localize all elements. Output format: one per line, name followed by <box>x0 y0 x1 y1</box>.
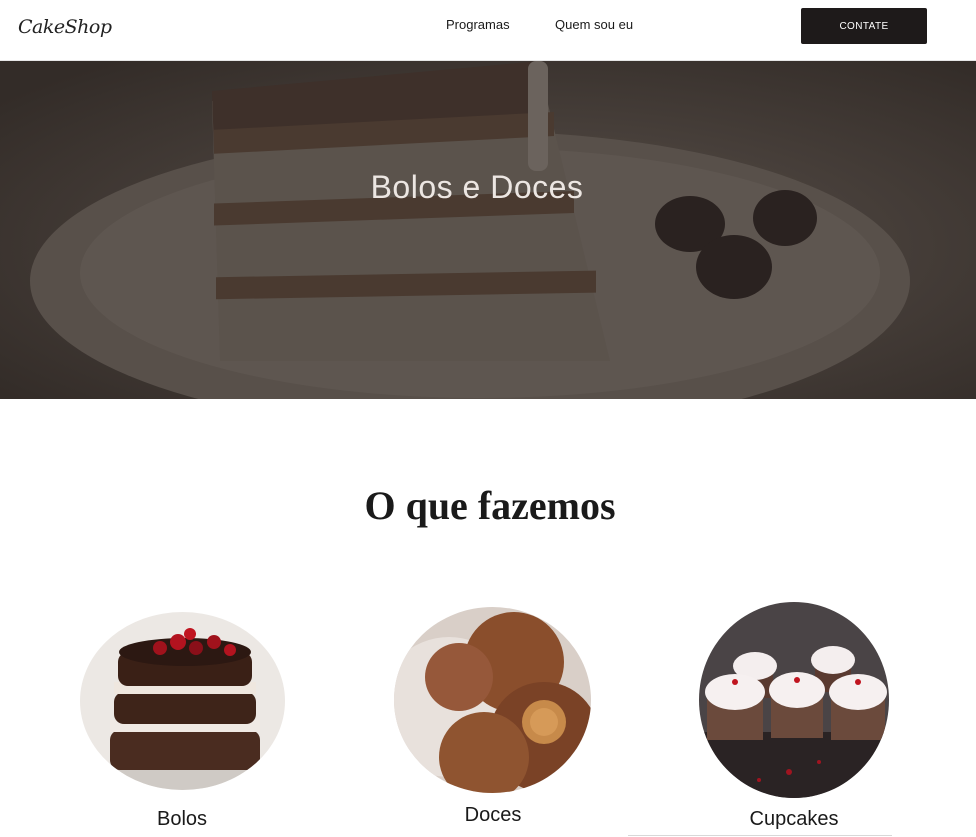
bolos-label[interactable]: Bolos <box>82 808 282 831</box>
layered-cake-icon <box>80 612 285 790</box>
hero-banner: Bolos e Doces <box>0 61 976 399</box>
cupcakes-image[interactable] <box>699 602 889 798</box>
doces-image[interactable] <box>394 607 591 793</box>
hero-cake-image <box>0 61 976 399</box>
hero-title: Bolos e Doces <box>370 169 584 205</box>
bolos-image[interactable] <box>80 612 285 790</box>
section-title: O que fazemos <box>364 483 616 528</box>
cupcakes-label[interactable]: Cupcakes <box>694 808 894 831</box>
site-logo[interactable]: CakeShop <box>18 16 112 38</box>
contact-button[interactable]: CONTATE <box>801 8 927 44</box>
cupcakes-icon <box>699 602 889 798</box>
doces-label[interactable]: Doces <box>393 804 593 827</box>
nav-link-programas[interactable]: Programas <box>446 17 510 32</box>
site-header: CakeShop Programas Quem sou eu CONTATE <box>0 0 976 61</box>
divider <box>628 835 892 836</box>
brigadeiro-icon <box>394 607 591 793</box>
nav-link-quem-sou-eu[interactable]: Quem sou eu <box>555 17 633 32</box>
